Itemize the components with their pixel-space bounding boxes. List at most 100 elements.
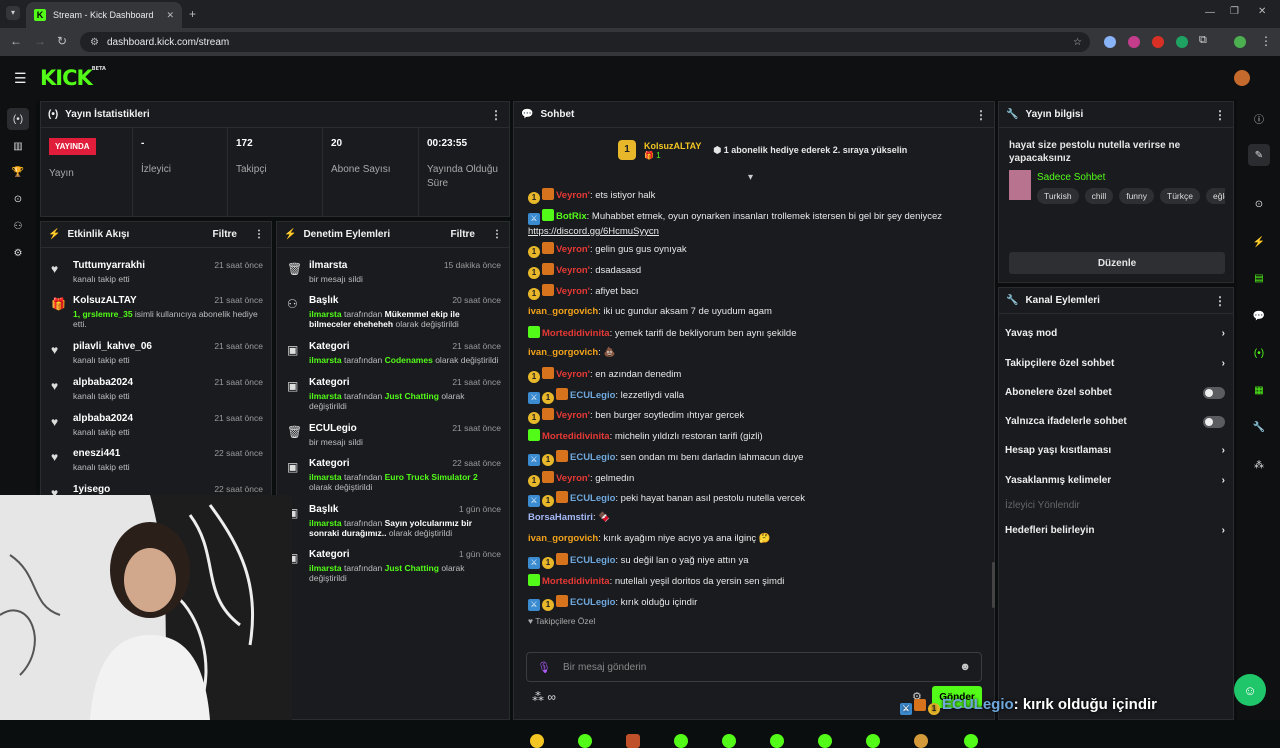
chat-username[interactable]: ivan_gorgovich: [528, 347, 598, 358]
chat-username[interactable]: ivan_gorgovich: [528, 306, 598, 317]
new-tab-button[interactable]: +: [189, 7, 196, 21]
slow-mode-action[interactable]: Yavaş mod ›: [1005, 328, 1225, 339]
emote-icon[interactable]: [866, 734, 880, 748]
extension-icon[interactable]: [1128, 36, 1140, 48]
chat-username[interactable]: Veyron': [556, 244, 590, 255]
layout-icon[interactable]: ▦: [1248, 379, 1270, 401]
emote-icon[interactable]: [626, 734, 640, 748]
maximize-icon[interactable]: ❐: [1230, 6, 1239, 17]
moderation-icon[interactable]: ⊙: [1248, 193, 1270, 215]
emote-icon[interactable]: [674, 734, 688, 748]
activity-filter-button[interactable]: Filtre: [213, 229, 237, 240]
banned-words-action[interactable]: Yasaklanmış kelimeler ›: [1005, 475, 1225, 486]
chat-username[interactable]: ECULegio: [570, 555, 615, 566]
chat-scrollbar[interactable]: [992, 562, 995, 608]
chat-username[interactable]: BotRix: [556, 211, 587, 222]
info-more-icon[interactable]: ⋮: [1214, 108, 1226, 122]
user-badge-icon: [528, 326, 540, 338]
followers-only-action[interactable]: Takipçilere özel sohbet ›: [1005, 358, 1225, 369]
chat-username[interactable]: Veyron': [556, 410, 590, 421]
chat-username[interactable]: BorsaHamstiri: [528, 512, 593, 523]
chat-username[interactable]: ECULegio: [570, 390, 615, 401]
broadcast-icon[interactable]: (•): [1248, 342, 1270, 364]
emote-icon[interactable]: [530, 734, 544, 748]
info-icon[interactable]: ⓘ: [1248, 107, 1270, 129]
chat-tools-icon[interactable]: ⁂ ∞: [532, 690, 556, 704]
bookmark-star-icon[interactable]: ☆: [1073, 37, 1082, 48]
back-icon[interactable]: ←: [10, 34, 22, 48]
emote-icon[interactable]: [722, 734, 736, 748]
gift-leaderboard-banner[interactable]: 1 KolsuzALTAY 🎁 1 ⬢ 1 abonelik hediye ede…: [618, 140, 907, 160]
extension-icon[interactable]: [1104, 36, 1116, 48]
document-icon[interactable]: ▤: [1248, 267, 1270, 289]
emote-icon[interactable]: [770, 734, 784, 748]
chat-text: lezzetliydi valla: [620, 390, 685, 401]
subscribers-only-toggle[interactable]: [1203, 387, 1225, 399]
apps-icon[interactable]: ⁂: [1248, 454, 1270, 476]
chat-input[interactable]: 🎙 Bir mesaj gönderin ☻: [526, 652, 982, 682]
chat-message: ivan_gorgovich: 💩: [528, 347, 616, 358]
chat-bubble-icon[interactable]: 💬: [1248, 305, 1270, 327]
chat-username[interactable]: Mortedidivinita: [542, 576, 610, 587]
chat-username[interactable]: ECULegio: [570, 493, 615, 504]
kick-logo[interactable]: KICKBETA: [40, 66, 106, 90]
extension-icon[interactable]: [1176, 36, 1188, 48]
chat-username[interactable]: Veyron': [556, 473, 590, 484]
stats-more-icon[interactable]: ⋮: [490, 108, 502, 122]
emote-only-action[interactable]: Yalnızca ifadelerle sohbet: [1005, 416, 1225, 428]
emote-icon[interactable]: [914, 734, 928, 748]
emote-only-toggle[interactable]: [1203, 416, 1225, 428]
chat-username[interactable]: Veyron': [556, 265, 590, 276]
edit-button[interactable]: Düzenle: [1009, 252, 1225, 274]
chat-username[interactable]: Mortedidivinita: [542, 328, 610, 339]
chat-username[interactable]: ECULegio: [570, 597, 615, 608]
bolt-icon[interactable]: ⚡: [1248, 231, 1270, 253]
set-goals-action[interactable]: Hedefleri belirleyin ›: [1005, 525, 1225, 536]
trophy-icon[interactable]: 🏆: [7, 161, 29, 183]
site-info-icon[interactable]: ⚙: [90, 37, 99, 48]
chat-more-icon[interactable]: ⋮: [975, 108, 987, 122]
profile-avatar-icon[interactable]: [1234, 36, 1246, 48]
wrench-icon[interactable]: 🔧: [1248, 416, 1270, 438]
emote-icon[interactable]: [964, 734, 978, 748]
chat-username[interactable]: Mortedidivinita: [542, 431, 610, 442]
extension-icon[interactable]: [1152, 36, 1164, 48]
channel-actions-more-icon[interactable]: ⋮: [1214, 294, 1226, 308]
tab-list-button[interactable]: ▾: [6, 6, 20, 20]
minimize-icon[interactable]: —: [1205, 7, 1215, 18]
moderation-filter-button[interactable]: Filtre: [451, 229, 475, 240]
chat-username[interactable]: Veyron': [556, 369, 590, 380]
hamburger-menu-icon[interactable]: ☰: [14, 70, 27, 87]
emoji-picker-icon[interactable]: ☻: [959, 661, 971, 673]
community-icon[interactable]: ⚇: [7, 215, 29, 237]
support-chat-button[interactable]: ☺: [1234, 674, 1266, 706]
browser-tab[interactable]: K Stream - Kick Dashboard ✕: [26, 2, 182, 28]
emote-icon[interactable]: [818, 734, 832, 748]
chat-username[interactable]: ivan_gorgovich: [528, 533, 598, 544]
user-avatar[interactable]: [1234, 70, 1250, 86]
chat-username[interactable]: ECULegio: [570, 452, 615, 463]
stream-icon[interactable]: (•): [7, 108, 29, 130]
chat-username[interactable]: Veyron': [556, 190, 590, 201]
reload-icon[interactable]: ↻: [57, 34, 67, 48]
forward-icon[interactable]: →: [34, 34, 46, 48]
category-name[interactable]: Sadece Sohbet: [1037, 172, 1105, 183]
close-tab-icon[interactable]: ✕: [166, 10, 174, 21]
moderation-icon[interactable]: ⊙: [7, 188, 29, 210]
moderation-more-icon[interactable]: ⋮: [492, 229, 502, 240]
close-window-icon[interactable]: ✕: [1258, 6, 1266, 17]
browser-menu-icon[interactable]: ⋮: [1260, 34, 1272, 48]
collapse-pin-icon[interactable]: ▾: [748, 172, 753, 183]
analytics-icon[interactable]: ▥: [7, 135, 29, 157]
activity-more-icon[interactable]: ⋮: [254, 229, 264, 240]
emote-icon[interactable]: [578, 734, 592, 748]
extensions-puzzle-icon[interactable]: ⧉: [1199, 34, 1207, 47]
subscribers-only-action[interactable]: Abonelere özel sohbet: [1005, 387, 1225, 399]
edit-pencil-icon[interactable]: ✎: [1248, 144, 1270, 166]
chat-link[interactable]: https://discord.gg/6HcmuSyycn: [528, 226, 659, 237]
url-bar[interactable]: ⚙ dashboard.kick.com/stream ☆: [80, 32, 1090, 52]
chat-username[interactable]: Veyron': [556, 286, 590, 297]
microphone-icon[interactable]: 🎙: [537, 661, 551, 674]
settings-gear-icon[interactable]: ⚙: [7, 242, 29, 264]
account-age-action[interactable]: Hesap yaşı kısıtlaması ›: [1005, 445, 1225, 456]
